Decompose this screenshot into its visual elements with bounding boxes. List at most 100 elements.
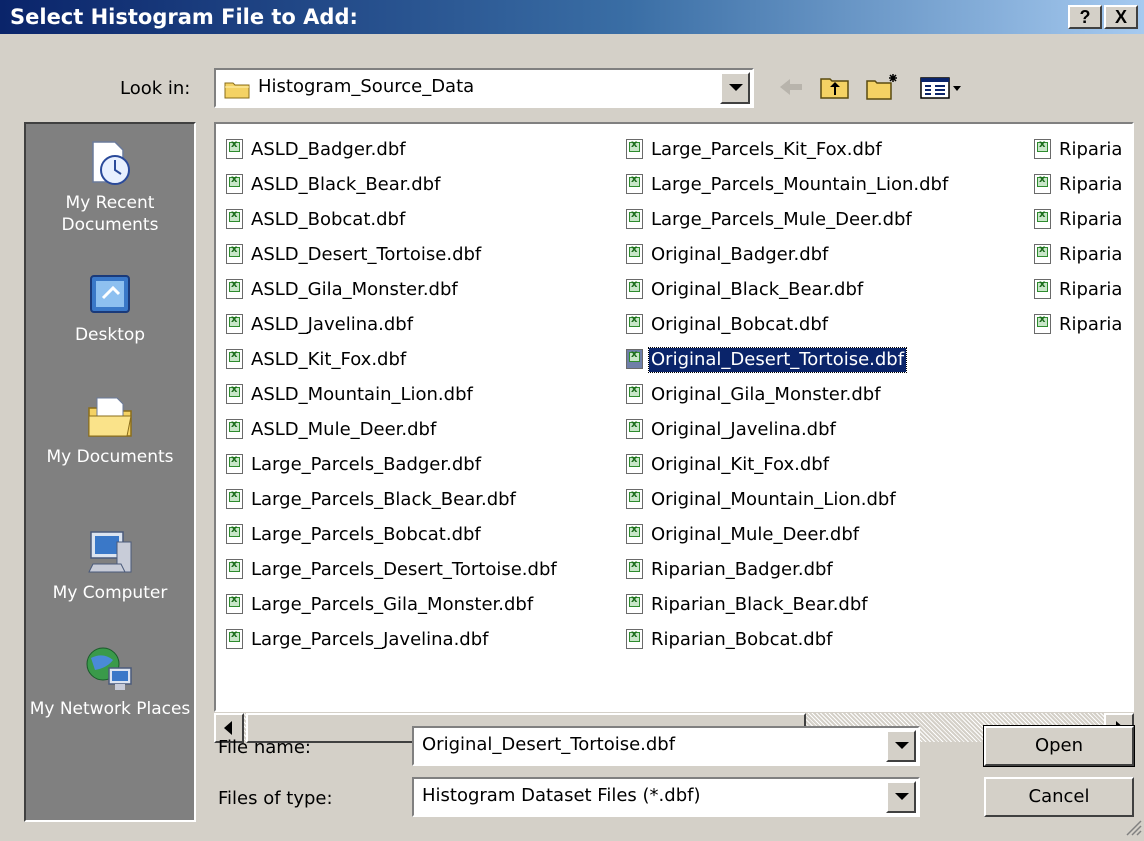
dbf-file-icon xyxy=(626,384,643,404)
file-list[interactable]: ASLD_Badger.dbf ASLD_Black_Bear.dbf ASLD_B… xyxy=(214,122,1134,712)
dbf-file-icon xyxy=(626,629,643,649)
file-name: Original_Gila_Monster.dbf xyxy=(651,384,881,405)
file-type-dropdown-button[interactable] xyxy=(886,781,916,813)
file-name-dropdown-button[interactable] xyxy=(886,730,916,762)
file-name: Original_Badger.dbf xyxy=(651,244,829,265)
file-name: Large_Parcels_Kit_Fox.dbf xyxy=(651,139,882,160)
file-name: Original_Bobcat.dbf xyxy=(651,314,829,335)
dbf-file-icon xyxy=(626,174,643,194)
help-button[interactable]: ? xyxy=(1068,5,1102,29)
place-label: Desktop xyxy=(74,325,146,345)
file-name: Large_Parcels_Black_Bear.dbf xyxy=(251,489,516,510)
dbf-file-icon xyxy=(226,314,243,334)
file-name: Original_Desert_Tortoise.dbf xyxy=(647,347,908,373)
file-name: Large_Parcels_Desert_Tortoise.dbf xyxy=(251,559,557,580)
title-bar[interactable]: Select Histogram File to Add: ? X xyxy=(0,0,1144,34)
dbf-file-icon xyxy=(626,314,643,334)
desktop-icon xyxy=(83,270,137,320)
file-name: ASLD_Gila_Monster.dbf xyxy=(251,279,458,300)
file-name: Riparian_Black_Bear.dbf xyxy=(651,594,868,615)
places-bar: My Recent Documents Desktop My Documents… xyxy=(24,122,196,822)
look-in-combo[interactable]: Histogram_Source_Data xyxy=(214,68,754,108)
dbf-file-icon xyxy=(626,489,643,509)
dbf-file-icon xyxy=(226,454,243,474)
dbf-file-icon xyxy=(226,629,243,649)
file-name: Large_Parcels_Gila_Monster.dbf xyxy=(251,594,534,615)
file-name: Riparia xyxy=(1059,244,1123,265)
dbf-file-icon xyxy=(1034,279,1051,299)
my-documents-icon xyxy=(83,392,137,442)
my-computer-icon xyxy=(83,528,137,578)
file-name: ASLD_Black_Bear.dbf xyxy=(251,174,441,195)
dbf-file-icon xyxy=(626,209,643,229)
dbf-file-icon xyxy=(626,594,643,614)
dbf-file-icon xyxy=(226,419,243,439)
file-name: Original_Javelina.dbf xyxy=(651,419,836,440)
dbf-file-icon xyxy=(626,524,643,544)
dbf-file-icon xyxy=(626,244,643,264)
file-name-input[interactable]: Original_Desert_Tortoise.dbf xyxy=(412,726,920,766)
back-arrow-icon[interactable] xyxy=(776,70,806,104)
file-name-label: File name: xyxy=(218,737,311,758)
file-name: Original_Mountain_Lion.dbf xyxy=(651,489,896,510)
file-name: ASLD_Mule_Deer.dbf xyxy=(251,419,437,440)
file-name-value: Original_Desert_Tortoise.dbf xyxy=(422,734,676,755)
place-label: My Recent Documents xyxy=(61,193,159,235)
cancel-button[interactable]: Cancel xyxy=(984,777,1134,817)
dbf-file-icon xyxy=(1034,244,1051,264)
dbf-file-icon xyxy=(226,349,243,369)
dbf-file-icon xyxy=(1034,174,1051,194)
dbf-file-icon xyxy=(626,454,643,474)
file-name: ASLD_Desert_Tortoise.dbf xyxy=(251,244,482,265)
view-menu-icon[interactable] xyxy=(918,70,964,104)
file-name: ASLD_Javelina.dbf xyxy=(251,314,414,335)
place-my-documents[interactable]: My Documents xyxy=(26,392,194,468)
file-name: Riparia xyxy=(1059,209,1123,230)
place-desktop[interactable]: Desktop xyxy=(26,270,194,346)
look-in-label: Look in: xyxy=(120,78,191,99)
dbf-file-icon xyxy=(226,279,243,299)
look-in-dropdown-button[interactable] xyxy=(720,72,750,104)
resize-grip-icon[interactable] xyxy=(1124,818,1142,836)
network-places-icon xyxy=(83,644,137,694)
dbf-file-icon xyxy=(226,559,243,579)
dbf-file-icon xyxy=(226,139,243,159)
dbf-file-icon xyxy=(226,384,243,404)
dbf-file-icon xyxy=(1034,209,1051,229)
dbf-file-icon xyxy=(1034,139,1051,159)
file-name: Riparia xyxy=(1059,174,1123,195)
dbf-file-icon xyxy=(226,174,243,194)
dbf-file-icon xyxy=(226,524,243,544)
new-folder-icon[interactable] xyxy=(864,70,900,104)
file-name: ASLD_Bobcat.dbf xyxy=(251,209,406,230)
file-dialog: Select Histogram File to Add: ? X Look i… xyxy=(0,0,1144,838)
place-my-computer[interactable]: My Computer xyxy=(26,528,194,604)
file-name: Original_Kit_Fox.dbf xyxy=(651,454,830,475)
file-name: ASLD_Kit_Fox.dbf xyxy=(251,349,407,370)
file-name: Riparia xyxy=(1059,314,1123,335)
dbf-file-icon xyxy=(626,559,643,579)
dbf-file-icon xyxy=(626,419,643,439)
file-name: Riparian_Badger.dbf xyxy=(651,559,833,580)
file-type-value: Histogram Dataset Files (*.dbf) xyxy=(422,785,701,806)
file-name: Original_Black_Bear.dbf xyxy=(651,279,864,300)
file-type-select[interactable]: Histogram Dataset Files (*.dbf) xyxy=(412,777,920,817)
file-name: Riparian_Bobcat.dbf xyxy=(651,629,833,650)
recent-documents-icon xyxy=(83,138,137,188)
up-folder-icon[interactable] xyxy=(818,70,852,104)
dbf-file-icon xyxy=(226,594,243,614)
close-button[interactable]: X xyxy=(1104,5,1138,29)
place-label: My Network Places xyxy=(29,699,191,719)
file-name: Original_Mule_Deer.dbf xyxy=(651,524,860,545)
open-button[interactable]: Open xyxy=(983,725,1135,767)
dbf-file-icon xyxy=(226,209,243,229)
file-name: Large_Parcels_Javelina.dbf xyxy=(251,629,489,650)
dbf-file-icon xyxy=(626,279,643,299)
file-name: Large_Parcels_Mule_Deer.dbf xyxy=(651,209,912,230)
place-network[interactable]: My Network Places xyxy=(26,644,194,720)
dbf-file-icon xyxy=(226,489,243,509)
look-in-value: Histogram_Source_Data xyxy=(258,76,475,97)
file-name: Large_Parcels_Badger.dbf xyxy=(251,454,482,475)
dbf-file-icon xyxy=(1034,314,1051,334)
place-recent-documents[interactable]: My Recent Documents xyxy=(26,138,194,236)
